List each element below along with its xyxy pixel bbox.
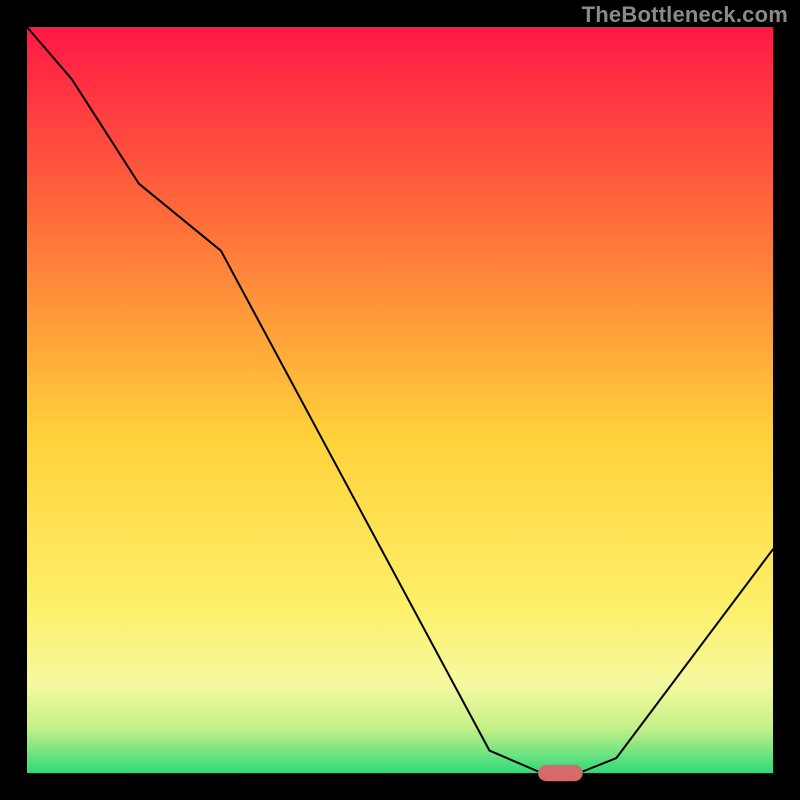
bottleneck-chart xyxy=(0,0,800,800)
optimal-marker xyxy=(538,765,583,781)
chart-background xyxy=(27,27,773,773)
chart-stage: TheBottleneck.com xyxy=(0,0,800,800)
